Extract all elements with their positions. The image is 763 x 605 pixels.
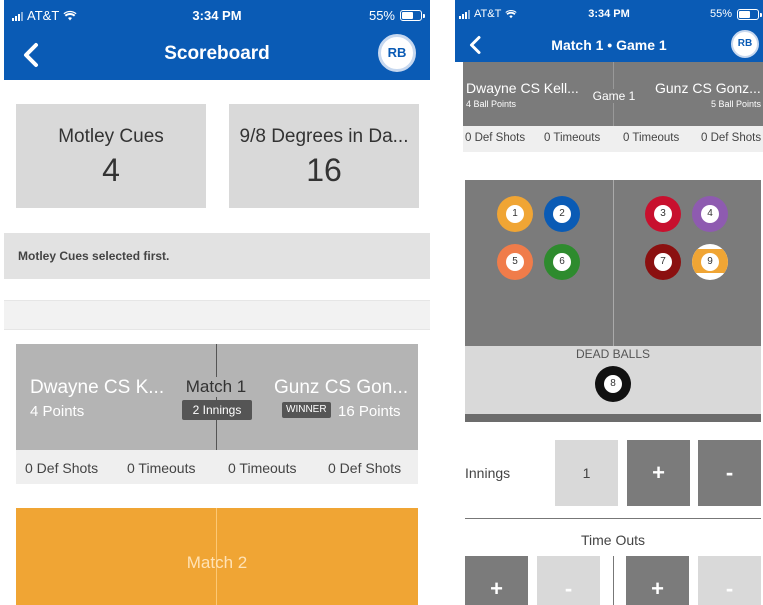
battery-percent: 55% [709, 8, 732, 20]
timeout-right-minus-button[interactable]: - [698, 556, 761, 605]
player-left-name: Dwayne CS K... [30, 377, 165, 398]
ball-3[interactable]: 3 [645, 196, 681, 232]
match-card-2[interactable]: Match 2 [16, 508, 418, 605]
winner-badge: WINNER [282, 402, 331, 418]
player-right-points: 16 Points [338, 403, 401, 420]
ball-5[interactable]: 5 [497, 244, 533, 280]
match-card-1[interactable]: Dwayne CS K... 4 Points Match 1 2 Inning… [16, 344, 418, 484]
battery-icon [400, 10, 425, 21]
team-score: 16 [306, 152, 342, 188]
ball-2[interactable]: 2 [544, 196, 580, 232]
team-card-home[interactable]: Motley Cues 4 [16, 104, 206, 208]
scoreboard-screen: AT&T 3:34 PM 55% Scoreboard RB Motley Cu… [4, 0, 430, 605]
ball-number: 6 [553, 253, 571, 271]
innings-value: 1 [555, 440, 618, 506]
ball-4[interactable]: 4 [692, 196, 728, 232]
ball-number: 1 [506, 205, 524, 223]
player-right-name: Gunz CS Gonz... [655, 80, 761, 96]
game-header: Dwayne CS Kell... 4 Ball Points Game 1 G… [463, 62, 763, 152]
pool-table: 1 2 5 6 3 4 7 9 DEAD BALLS 8 [465, 180, 761, 422]
ball-8[interactable]: 8 [595, 366, 631, 402]
empty-row [4, 300, 430, 330]
ball-number: 2 [553, 205, 571, 223]
stat-def-shots-left: 0 Def Shots [25, 460, 99, 476]
team-card-away[interactable]: 9/8 Degrees in Da... 16 [229, 104, 419, 208]
innings-minus-button[interactable]: - [698, 440, 761, 506]
team-score: 4 [102, 152, 120, 188]
page-title: Scoreboard [164, 43, 270, 64]
ball-number: 8 [604, 375, 622, 393]
page-title: Match 1 • Game 1 [551, 37, 667, 53]
ball-number: 4 [701, 205, 719, 223]
timeout-left-minus-button[interactable]: - [537, 556, 600, 605]
stat-def-shots-left: 0 Def Shots [465, 132, 526, 144]
player-right-name: Gunz CS Gon... [274, 377, 409, 398]
team-name: 9/8 Degrees in Da... [239, 126, 409, 147]
nav-bar: Match 1 • Game 1 RB [455, 30, 763, 62]
avatar[interactable]: RB [731, 30, 759, 58]
ball-number: 5 [506, 253, 524, 271]
divider [465, 518, 761, 519]
ball-6[interactable]: 6 [544, 244, 580, 280]
battery-level-fill [402, 12, 413, 19]
match-label: Match 1 [166, 377, 266, 397]
team-name: Motley Cues [58, 126, 164, 147]
status-time: 3:34 PM [192, 8, 242, 23]
stat-timeouts-left: 0 Timeouts [127, 460, 196, 476]
stat-timeouts-right: 0 Timeouts [623, 132, 680, 144]
innings-controls: Innings 1 + - [465, 440, 761, 506]
player-left-name: Dwayne CS Kell... [466, 80, 579, 96]
status-bar: AT&T 3:34 PM 55% [4, 0, 430, 30]
stat-def-shots-right: 0 Def Shots [328, 460, 402, 476]
ball-9[interactable]: 9 [692, 244, 728, 280]
game-label: Game 1 [586, 89, 642, 103]
ball-number: 9 [701, 253, 719, 271]
timeout-controls: + - + - [465, 556, 761, 605]
selected-first-text: Motley Cues selected first. [18, 249, 170, 263]
player-left-points: 4 Points [30, 403, 85, 420]
timeout-left-plus-button[interactable]: + [465, 556, 528, 605]
battery-level-fill [739, 10, 750, 18]
battery-percent: 55% [368, 8, 395, 23]
battery-icon [737, 8, 762, 20]
stat-timeouts-left: 0 Timeouts [544, 132, 601, 144]
ball-number: 7 [654, 253, 672, 271]
game-screen: AT&T 3:34 PM 55% Match 1 • Game 1 RB Dwa… [455, 0, 763, 605]
dead-balls-label: DEAD BALLS [575, 347, 651, 361]
stat-timeouts-right: 0 Timeouts [228, 460, 297, 476]
status-bar: AT&T 3:34 PM 55% [455, 0, 763, 30]
match-stats-row: 0 Def Shots 0 Timeouts 0 Timeouts 0 Def … [16, 450, 418, 484]
selected-first-banner: Motley Cues selected first. [4, 233, 430, 279]
player-right-ball-points: 5 Ball Points [710, 99, 761, 109]
innings-plus-button[interactable]: + [627, 440, 690, 506]
ball-1[interactable]: 1 [497, 196, 533, 232]
timeout-right-plus-button[interactable]: + [626, 556, 689, 605]
innings-label: Innings [465, 465, 511, 481]
dead-balls-area[interactable]: DEAD BALLS 8 [465, 346, 761, 414]
stat-def-shots-right: 0 Def Shots [701, 132, 762, 144]
avatar[interactable]: RB [378, 34, 416, 72]
game-stats-row: 0 Def Shots 0 Timeouts 0 Timeouts 0 Def … [463, 126, 763, 152]
match-label: Match 2 [186, 553, 248, 572]
nav-bar: Scoreboard RB [4, 30, 430, 80]
player-left-ball-points: 4 Ball Points [466, 99, 517, 109]
ball-7[interactable]: 7 [645, 244, 681, 280]
innings-badge: 2 Innings [182, 400, 252, 420]
timeouts-label: Time Outs [580, 532, 646, 548]
ball-number: 3 [654, 205, 672, 223]
